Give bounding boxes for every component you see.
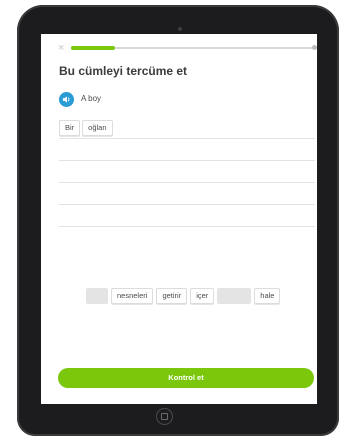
word-bank-chip[interactable]: hale bbox=[254, 288, 281, 304]
progress-end-marker bbox=[312, 45, 317, 50]
answer-word-chip[interactable]: oğlan bbox=[82, 120, 113, 136]
used-word-slot bbox=[86, 288, 108, 304]
word-bank-chip[interactable]: nesneleri bbox=[111, 288, 154, 304]
speaker-icon[interactable] bbox=[59, 92, 74, 107]
answer-line bbox=[59, 182, 315, 183]
word-bank-chip[interactable]: içer bbox=[190, 288, 215, 304]
word-bank: nesneleri getirir içer hale bbox=[86, 288, 281, 304]
close-icon[interactable]: × bbox=[58, 42, 64, 54]
answer-words: Bir oğlan bbox=[59, 120, 113, 136]
lesson-header: × bbox=[41, 40, 317, 56]
answer-line bbox=[59, 204, 315, 205]
app-screen: × Bu cümleyi tercüme et A boy Bir oğlan n… bbox=[41, 34, 317, 404]
answer-line bbox=[59, 226, 315, 227]
lesson-progress-bar bbox=[71, 46, 314, 50]
home-button-icon[interactable] bbox=[156, 408, 173, 425]
check-button[interactable]: Kontrol et bbox=[58, 368, 314, 388]
front-camera bbox=[178, 27, 182, 31]
answer-line bbox=[59, 138, 315, 139]
answer-word-chip[interactable]: Bir bbox=[59, 120, 81, 136]
lesson-progress-fill bbox=[71, 46, 115, 50]
word-bank-chip[interactable]: getirir bbox=[156, 288, 188, 304]
prompt-sentence: A boy bbox=[81, 94, 102, 103]
exercise-title: Bu cümleyi tercüme et bbox=[59, 64, 188, 78]
answer-area[interactable]: Bir oğlan bbox=[59, 120, 315, 230]
used-word-slot bbox=[217, 288, 252, 304]
answer-line bbox=[59, 160, 315, 161]
